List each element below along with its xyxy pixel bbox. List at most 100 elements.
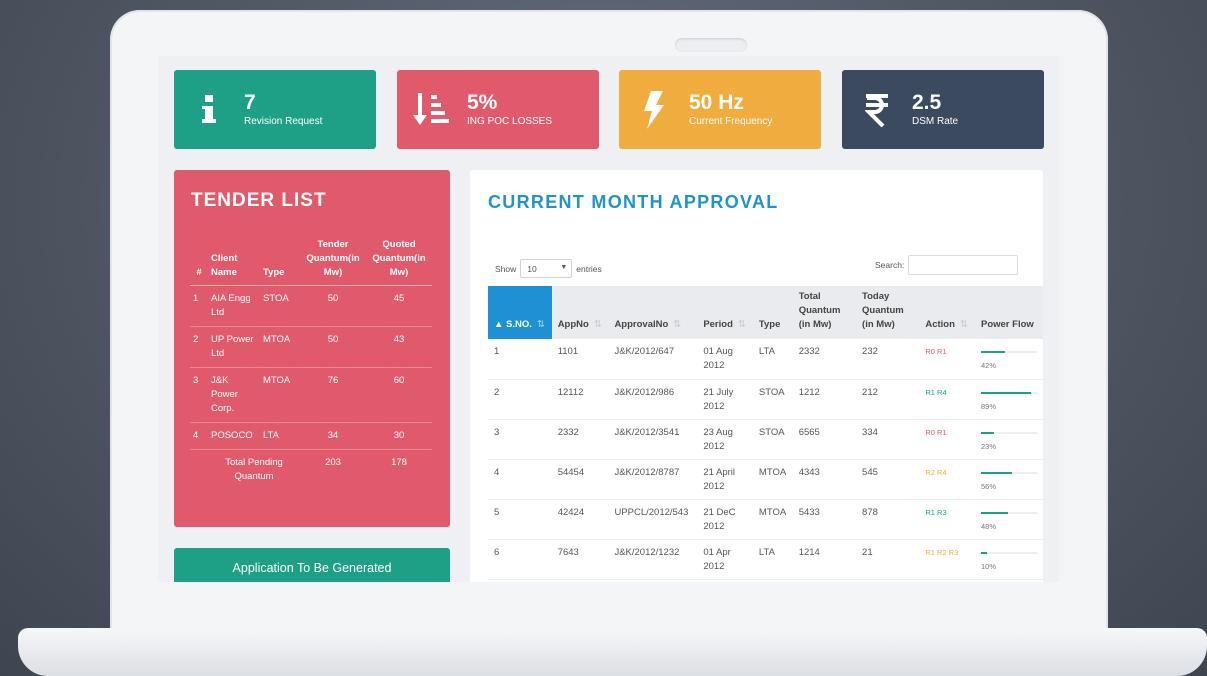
table-row[interactable]: 1 1101 J&K/2012/647 01 Aug 2012 LTA 2332 232 R0… [488,339,1043,380]
power-flow-fill [981,551,987,554]
col-no: # [190,236,208,286]
stat-card-losses[interactable]: 5% ING POC LOSSES [397,70,599,149]
cell-appno: 54454 [551,459,609,500]
power-flow-fill [981,431,994,434]
col-period[interactable]: Period ⇅ [697,286,753,339]
cell-sno: 1 [488,339,552,380]
stat-label: Current Frequency [689,116,773,127]
search-label: Search: [875,260,905,270]
cell-type: MTOA [752,499,793,540]
cell-today: 545 [856,459,920,500]
stat-label: DSM Rate [912,116,959,127]
approval-title: CURRENT MONTH APPROVAL [488,192,779,212]
power-flow-fill [981,511,1008,514]
col-type[interactable]: Type [752,286,793,339]
cell-action[interactable]: R2 R4 [919,459,975,500]
cell-sno: 3 [488,419,552,460]
entries-select[interactable]: 10 ▼ [520,259,573,278]
total-label: Total Pending Quantum [225,457,283,482]
power-flow-percent: 48% [981,521,997,531]
stat-card-dsm[interactable]: 2.5 DSM Rate [842,70,1044,149]
cell-action[interactable]: R1 R3 [919,499,975,540]
cell-type: MTOA [752,459,793,500]
col-sno-label: S.NO. [506,319,532,330]
cell-action[interactable]: R0 R1 [919,339,975,380]
cell-type: MTOA [260,326,300,368]
power-flow-bar [981,351,1037,353]
cell-no: 2 [190,326,208,368]
cell-appno: 1101 [551,339,609,380]
stat-value: 5% [467,91,498,114]
application-to-be-generated-button[interactable]: Application To Be Generated [174,548,450,582]
cell-power-flow: 48% [975,499,1043,540]
dashboard-screen: 7 Revision Request 5% ING POC LOSSES 50 … [158,56,1059,582]
total-row: Total Pending Quantum 203 178 [190,450,432,491]
cell-quoted: 45 [366,285,432,327]
search-input[interactable] [908,255,1019,275]
stat-label: ING POC LOSSES [467,116,553,127]
cell-approvalno: J&K/2012/8787 [608,459,698,500]
col-quoted-quantum: Quoted Quantum(in Mw) [366,236,432,286]
col-appno[interactable]: AppNo ⇅ [551,286,609,339]
col-sno[interactable]: ▲ S.NO. ⇅ [488,286,552,339]
power-flow-fill [981,351,1005,353]
col-type-label: Type [758,319,781,330]
cell-sno: 2 [488,379,552,420]
cell-sno: 6 [488,539,552,580]
power-flow-bar [981,471,1037,474]
cell-today: 232 [856,339,920,380]
cell-action[interactable]: R1 R2 R3 [919,539,975,580]
power-flow-percent: 10% [981,561,997,571]
cell-sno: 4 [488,459,552,500]
table-row[interactable]: 4 54454 J&K/2012/8787 21 April 2012 MTOA 4343… [488,459,1043,500]
cell-today: 212 [856,379,920,420]
table-row[interactable]: 1 AIA Engg Ltd STOA 50 45 [190,285,432,327]
table-row[interactable]: 2 UP Power Ltd MTOA 50 43 [190,326,432,368]
col-power-flow[interactable]: Power Flow [975,286,1043,339]
cell-sno: 5 [488,499,552,540]
table-row[interactable]: 6 7643 J&K/2012/1232 01 Apr 2012 LTA 1214 21 R1… [488,539,1043,580]
col-action[interactable]: Action ⇅ [919,286,975,339]
cell-type: LTA [260,422,300,450]
info-icon [174,94,244,125]
cell-appno: 42424 [551,499,609,540]
cell-tender: 50 [300,285,366,327]
power-flow-bar [981,511,1037,514]
cell-total: 1212 [792,379,857,420]
cell-power-flow: 10% [975,539,1043,580]
table-row[interactable]: 2 12112 J&K/2012/986 21 July 2012 STOA 1212 21… [488,379,1043,420]
entries-label: entries [576,263,602,274]
stat-label: Revision Request [244,116,323,127]
cell-type: LTA [752,339,793,380]
stat-value: 2.5 [912,91,942,114]
table-row[interactable]: 3 2332 J&K/2012/3541 23 Aug 2012 STOA 6565 334… [488,419,1043,460]
stat-card-revision[interactable]: 7 Revision Request [174,70,376,149]
cell-appno: 2332 [551,419,609,460]
col-appno-label: AppNo [557,319,589,330]
col-total-quantum[interactable]: Total Quantum (in Mw) [792,286,857,339]
approval-table: ▲ S.NO. ⇅ AppNo ⇅ ApprovalNo ⇅ Period ⇅ Type… [488,286,1043,580]
sort-icon: ⇅ [673,319,682,330]
cell-action[interactable]: R0 R1 [919,419,975,460]
table-row[interactable]: 4 POSOCO LTA 34 30 [190,422,432,450]
stat-card-frequency[interactable]: 50 Hz Current Frequency [619,70,821,149]
col-approvalno[interactable]: ApprovalNo ⇅ [608,286,698,339]
table-row[interactable]: 3 J&K Power Corp. MTOA 76 60 [190,367,432,423]
stat-value: 50 Hz [689,91,744,114]
power-flow-fill [981,471,1013,474]
cell-no: 1 [190,285,208,327]
cell-type: MTOA [260,367,300,423]
table-row[interactable]: 5 42424 UPPCL/2012/543 21 DeC 2012 MTOA 5433 8… [488,499,1043,540]
sort-icon: ⇅ [959,319,968,330]
col-total-label: Total Quantum (in Mw) [798,291,841,330]
power-flow-percent: 56% [981,481,997,491]
cell-appno: 12112 [551,379,609,420]
cell-tender: 34 [300,422,366,450]
tender-table: # Client Name Type Tender Quantum(in Mw)… [190,236,432,490]
col-today-quantum[interactable]: Today Quantum (in Mw) [856,286,920,339]
power-flow-percent: 89% [981,401,997,411]
cell-power-flow: 89% [975,379,1043,420]
laptop-base [18,628,1207,676]
cell-action[interactable]: R1 R4 [919,379,975,420]
col-period-label: Period [703,319,733,330]
